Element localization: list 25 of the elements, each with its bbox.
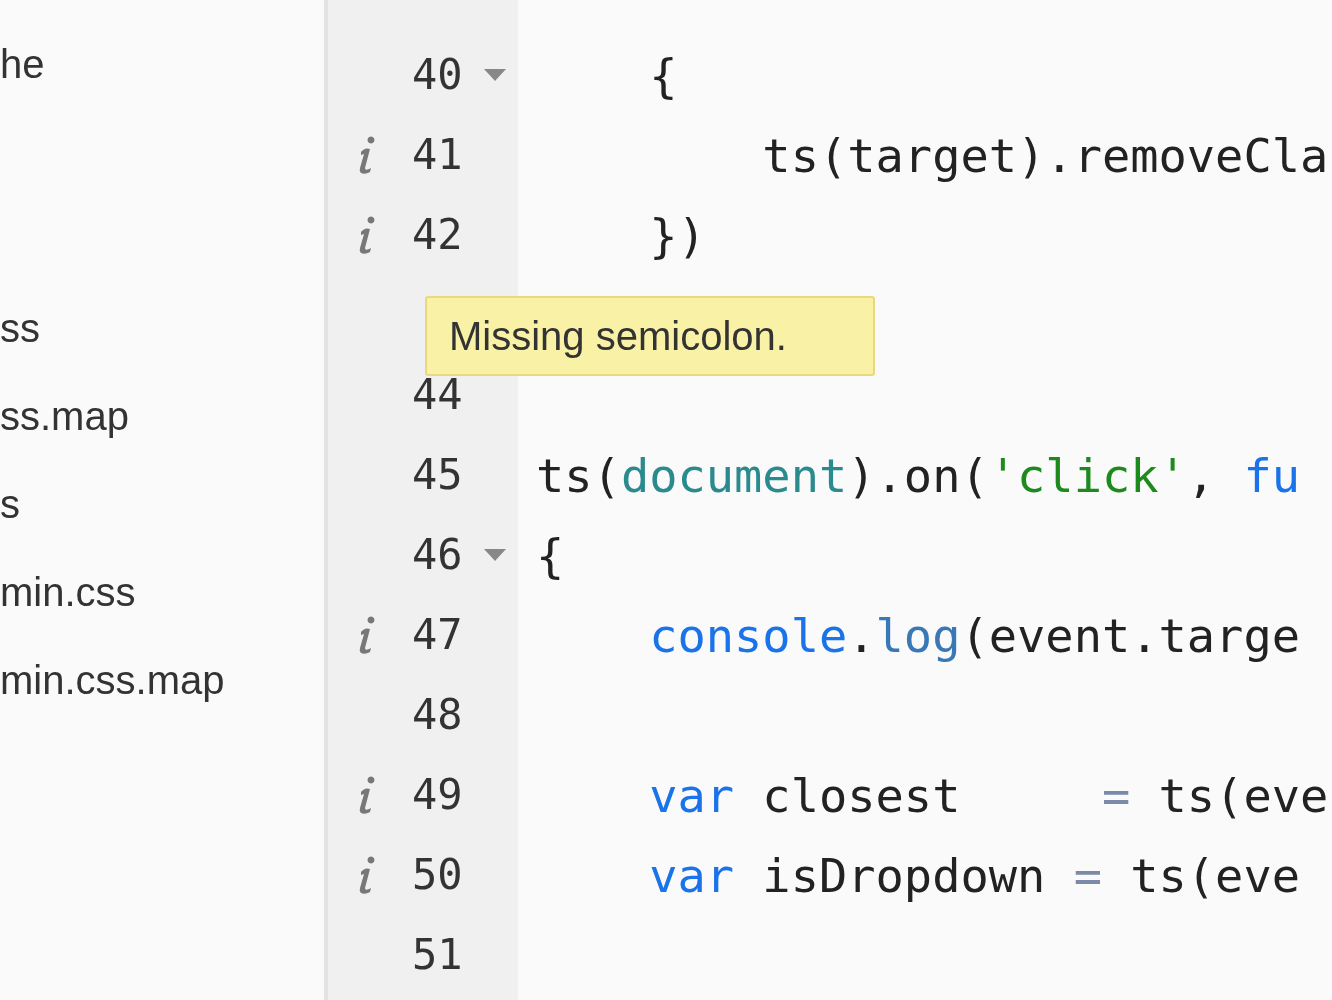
line-number: 51 [412, 934, 464, 976]
fold-caret-icon[interactable] [484, 549, 506, 561]
file-name[interactable]: s [0, 484, 20, 524]
line-number: 49 [412, 774, 464, 816]
code-line: }) [648, 211, 706, 259]
line-number: 45 [412, 454, 464, 496]
file-name[interactable]: min.css [0, 572, 136, 612]
code-line: ts(document).on('click', fu [536, 451, 1300, 499]
line-number: 44 [412, 374, 464, 416]
line-number: 47 [412, 614, 464, 656]
line-number: 41 [412, 134, 464, 176]
code-line: { [648, 51, 678, 99]
line-number: 48 [412, 694, 464, 736]
file-name[interactable]: ss [0, 308, 40, 348]
file-name[interactable]: ss.map [0, 396, 129, 436]
line-number: 46 [412, 534, 464, 576]
line-number: 50 [412, 854, 464, 896]
code-line: var closest = ts(eve [648, 771, 1329, 819]
line-number: 42 [412, 214, 464, 256]
line-number: 40 [412, 54, 464, 96]
file-name[interactable]: he [0, 44, 45, 84]
fold-caret-icon[interactable] [484, 69, 506, 81]
file-name[interactable]: min.css.map [0, 660, 225, 700]
tooltip: Missing semicolon. [425, 296, 875, 376]
code-line: { [536, 531, 565, 579]
